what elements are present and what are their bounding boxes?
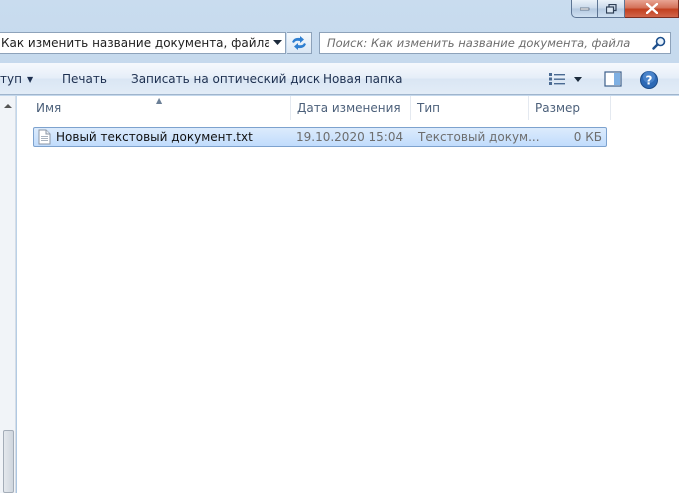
command-bar: туп ▼ Печать Записать на оптический диск… — [0, 63, 679, 95]
column-size[interactable]: Размер — [529, 96, 611, 120]
chevron-up-icon — [3, 104, 12, 108]
share-menu-label: туп — [0, 72, 22, 86]
search-box[interactable] — [319, 32, 671, 54]
column-date[interactable]: Дата изменения — [291, 96, 411, 120]
search-input[interactable] — [320, 33, 648, 53]
file-list: Имя ▲ Дата изменения Тип Размер Новый те… — [17, 96, 679, 493]
file-date: 19.10.2020 15:04 — [296, 130, 404, 144]
print-label: Печать — [62, 72, 107, 86]
minimize-button[interactable] — [571, 0, 598, 18]
restore-icon — [605, 3, 617, 14]
burn-disc-button[interactable]: Записать на оптический диск — [131, 63, 320, 95]
title-bar — [0, 0, 679, 30]
share-menu-button[interactable]: туп ▼ — [0, 63, 33, 95]
address-dropdown-button[interactable] — [269, 33, 285, 53]
refresh-icon — [292, 36, 306, 50]
address-path[interactable]: Как изменить название документа, файла — [0, 36, 269, 50]
help-button[interactable]: ? — [639, 70, 659, 90]
file-type: Текстовый докум... — [418, 130, 540, 144]
maximize-button[interactable] — [598, 0, 625, 18]
text-document-icon — [36, 129, 52, 145]
details-view-icon — [549, 73, 565, 85]
new-folder-label: Новая папка — [323, 72, 403, 86]
file-size: 0 КБ — [573, 130, 602, 144]
column-date-label: Дата изменения — [297, 101, 401, 115]
close-button[interactable] — [625, 0, 679, 18]
print-button[interactable]: Печать — [62, 63, 107, 95]
view-options-button[interactable] — [548, 69, 590, 89]
new-folder-button[interactable]: Новая папка — [323, 63, 402, 95]
minimize-icon — [579, 7, 589, 10]
column-name-label: Имя — [36, 101, 62, 115]
column-size-label: Размер — [535, 101, 581, 115]
nav-scrollbar-thumb[interactable] — [3, 430, 14, 493]
column-type[interactable]: Тип — [411, 96, 529, 120]
svg-text:?: ? — [646, 74, 653, 88]
search-button[interactable] — [648, 33, 670, 53]
address-bar[interactable]: Как изменить название документа, файла — [0, 32, 286, 54]
close-icon — [645, 3, 658, 14]
help-icon: ? — [640, 71, 658, 89]
column-header: Имя ▲ Дата изменения Тип Размер — [17, 96, 679, 120]
refresh-button[interactable] — [287, 32, 312, 54]
chevron-down-icon — [272, 40, 282, 45]
file-name-cell[interactable]: Новый текстовый документ.txt — [36, 128, 253, 146]
nav-scroll-up-button[interactable] — [0, 97, 15, 115]
preview-pane-icon — [604, 71, 622, 87]
search-icon — [652, 36, 666, 50]
burn-disc-label: Записать на оптический диск — [131, 72, 321, 86]
file-row[interactable]: Новый текстовый документ.txt 19.10.2020 … — [33, 127, 607, 147]
column-type-label: Тип — [417, 101, 440, 115]
sort-ascending-icon: ▲ — [156, 96, 163, 105]
preview-pane-button[interactable] — [604, 70, 622, 88]
file-name: Новый текстовый документ.txt — [56, 130, 253, 144]
window-controls — [571, 0, 679, 18]
chevron-down-icon — [574, 77, 582, 82]
chevron-down-icon: ▼ — [26, 74, 34, 84]
